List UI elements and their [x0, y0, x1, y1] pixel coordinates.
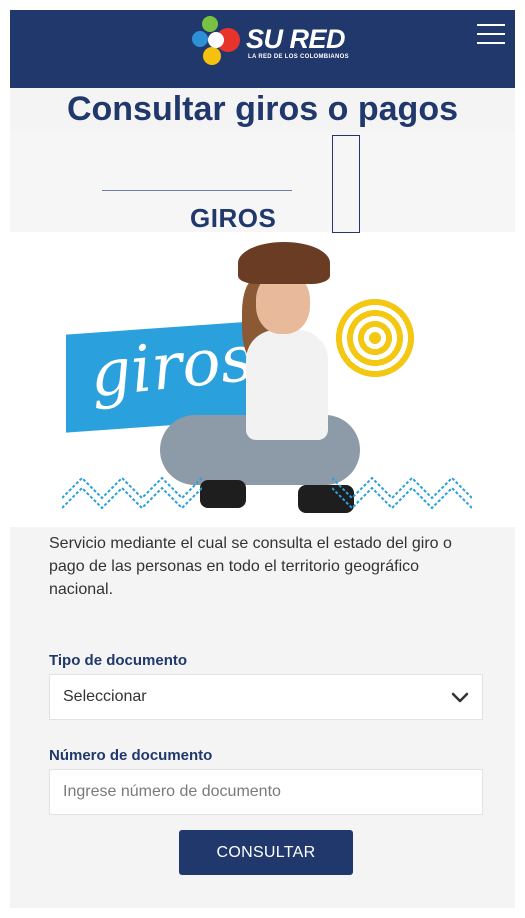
top-header: SU RED LA RED DE LOS COLOMBIANOS: [10, 10, 515, 88]
yellow-spiral-icon: [332, 295, 418, 381]
doc-type-select[interactable]: Seleccionar: [49, 674, 483, 720]
brand-name: SU RED: [246, 24, 346, 54]
service-description: Servicio mediante el cual se consulta el…: [49, 535, 452, 598]
zigzag-right-decoration: [332, 476, 472, 510]
zigzag-left-decoration: [62, 476, 202, 510]
brand-logo[interactable]: SU RED LA RED DE LOS COLOMBIANOS: [190, 14, 360, 72]
consult-button[interactable]: CONSULTAR: [179, 830, 353, 875]
hero-person-body: [246, 330, 328, 440]
hero-person-boot-left: [200, 480, 246, 508]
hero-divider-line: [102, 190, 292, 191]
chevron-down-icon: [451, 692, 469, 703]
brand-logo-mark-icon: [192, 16, 240, 65]
brand-tagline: LA RED DE LOS COLOMBIANOS: [248, 54, 349, 60]
doc-type-selected-value: Seleccionar: [63, 688, 147, 705]
hero-heading: GIROS: [190, 203, 277, 233]
doc-number-label: Número de documento: [49, 747, 213, 764]
app-frame: SU RED LA RED DE LOS COLOMBIANOS Consult…: [10, 10, 515, 908]
doc-type-label: Tipo de documento: [49, 652, 188, 669]
hamburger-menu-icon[interactable]: [477, 24, 505, 46]
doc-number-input[interactable]: [49, 769, 483, 815]
hero-vertical-box: [332, 135, 360, 233]
page-title: Consultar giros o pagos: [66, 90, 459, 128]
hero-person-hat: [238, 242, 330, 284]
